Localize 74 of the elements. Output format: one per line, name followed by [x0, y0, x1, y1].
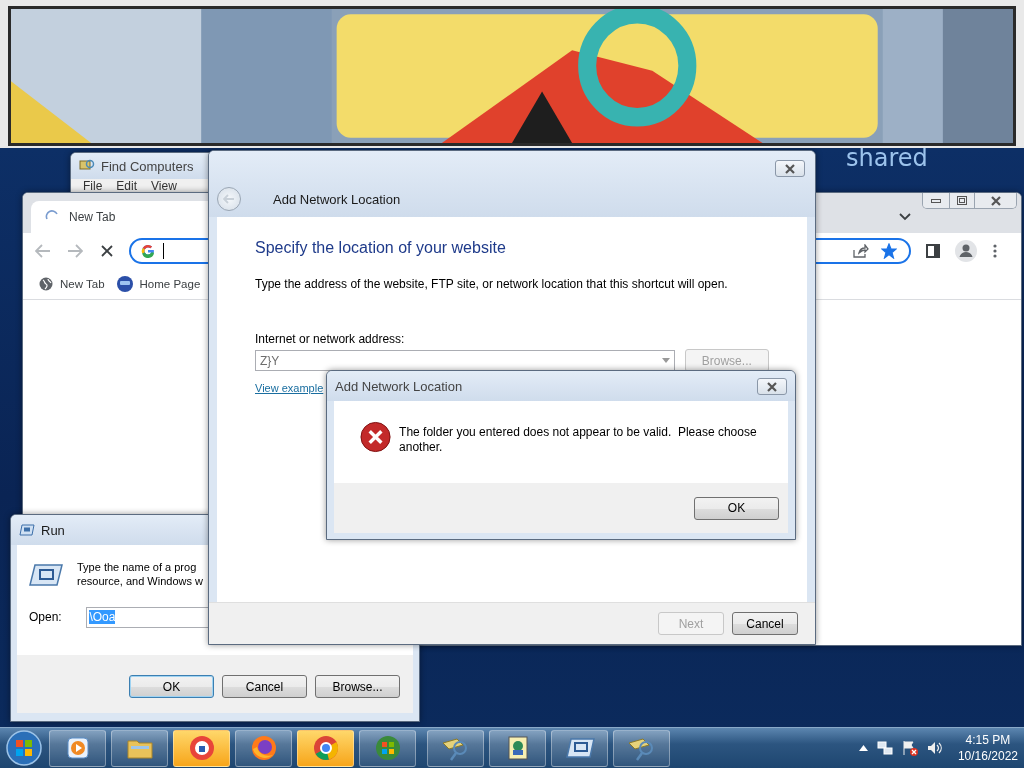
field-label: Open: — [29, 609, 63, 625]
folder-icon — [126, 737, 153, 759]
taskbar-button[interactable] — [173, 729, 230, 767]
globe-icon — [39, 277, 53, 291]
maximize-icon — [957, 196, 967, 205]
network-icon[interactable] — [876, 740, 893, 756]
tab-title: New Tab — [69, 210, 116, 224]
speaker-icon[interactable] — [926, 740, 943, 756]
close-icon — [766, 381, 778, 392]
dialog-button[interactable]: Cancel — [222, 675, 307, 698]
desktop-label: shared — [846, 148, 928, 172]
close-icon — [101, 245, 113, 257]
avatar-icon — [955, 240, 977, 262]
taskbar-button[interactable] — [551, 729, 608, 767]
document-icon — [506, 735, 529, 761]
chevron-down-icon — [899, 213, 911, 221]
taskbar-button[interactable] — [613, 729, 670, 767]
show-hidden-icons-icon[interactable] — [858, 745, 868, 751]
dropdown-arrow-icon — [661, 358, 670, 363]
bookmark-item[interactable]: Home Page — [116, 276, 201, 292]
bookmark-item[interactable]: New Tab — [39, 277, 105, 291]
more-vertical-icon — [993, 244, 997, 258]
maximize-button[interactable] — [949, 193, 974, 208]
back-arrow-icon — [35, 244, 51, 258]
flag-orb-icon — [374, 735, 401, 761]
taskbar-button[interactable] — [427, 729, 484, 767]
share-button[interactable] — [851, 241, 871, 261]
prompt-text: Type the name of a prog — [77, 561, 198, 575]
round-browser-icon — [312, 735, 339, 761]
close-button[interactable] — [974, 193, 1016, 208]
back-arrow-icon — [223, 194, 235, 204]
taskbar-button[interactable] — [49, 729, 106, 767]
profile-button[interactable] — [955, 241, 977, 261]
start-orb-icon[interactable] — [4, 729, 44, 767]
close-icon — [784, 163, 796, 174]
taskbar-button[interactable] — [235, 729, 292, 767]
flag-warning-icon[interactable] — [901, 740, 918, 756]
forward-arrow-icon — [67, 244, 83, 258]
minimize-icon — [931, 198, 941, 203]
taskbar-button[interactable] — [297, 729, 354, 767]
run-icon — [19, 524, 35, 536]
side-panel-icon — [926, 244, 940, 258]
dialog-button[interactable]: OK — [129, 675, 214, 698]
dialog-button[interactable]: Browse... — [315, 675, 400, 698]
ok-button[interactable]: OK — [694, 496, 779, 520]
description-text: Type the address of the website, FTP site, or network location that this shortcut will open. — [255, 277, 729, 292]
view-examples-link[interactable]: View example — [255, 382, 324, 394]
site-icon — [116, 276, 133, 292]
error-message: The folder you entered does not appear to be valid. Please choose another. — [399, 425, 758, 455]
g-logo-icon — [141, 244, 155, 258]
share-icon — [853, 244, 869, 258]
run-icon — [564, 737, 595, 759]
wizard-heading: Specify the location of your website — [255, 239, 507, 257]
menu-item[interactable]: View — [151, 179, 177, 195]
taskbar-button[interactable] — [111, 729, 168, 767]
close-button[interactable] — [757, 378, 787, 395]
taskbar-button[interactable] — [359, 729, 416, 767]
minimize-button[interactable] — [923, 193, 949, 208]
shield-browser-icon — [188, 735, 215, 761]
fox-globe-icon — [250, 735, 277, 761]
error-dialog: Add Network Location The folder you entered does not appear to be valid. Please choose another. OK — [326, 370, 796, 540]
taskbar-button[interactable] — [489, 729, 546, 767]
prompt-text: resource, and Windows w — [77, 574, 203, 589]
side-panel-button[interactable] — [923, 241, 943, 261]
close-button[interactable] — [775, 160, 805, 177]
error-icon — [360, 421, 392, 453]
menu-item[interactable]: Edit — [116, 179, 138, 195]
wizard-button[interactable]: Cancel — [732, 612, 798, 635]
run-icon — [29, 562, 63, 587]
field-label: Internet or network address: — [255, 332, 406, 347]
menu-item[interactable]: File — [83, 179, 103, 195]
media-player-icon — [65, 736, 90, 760]
close-icon — [989, 195, 1002, 206]
clock[interactable]: 4:15 PM 10/16/2022 — [951, 732, 1018, 764]
